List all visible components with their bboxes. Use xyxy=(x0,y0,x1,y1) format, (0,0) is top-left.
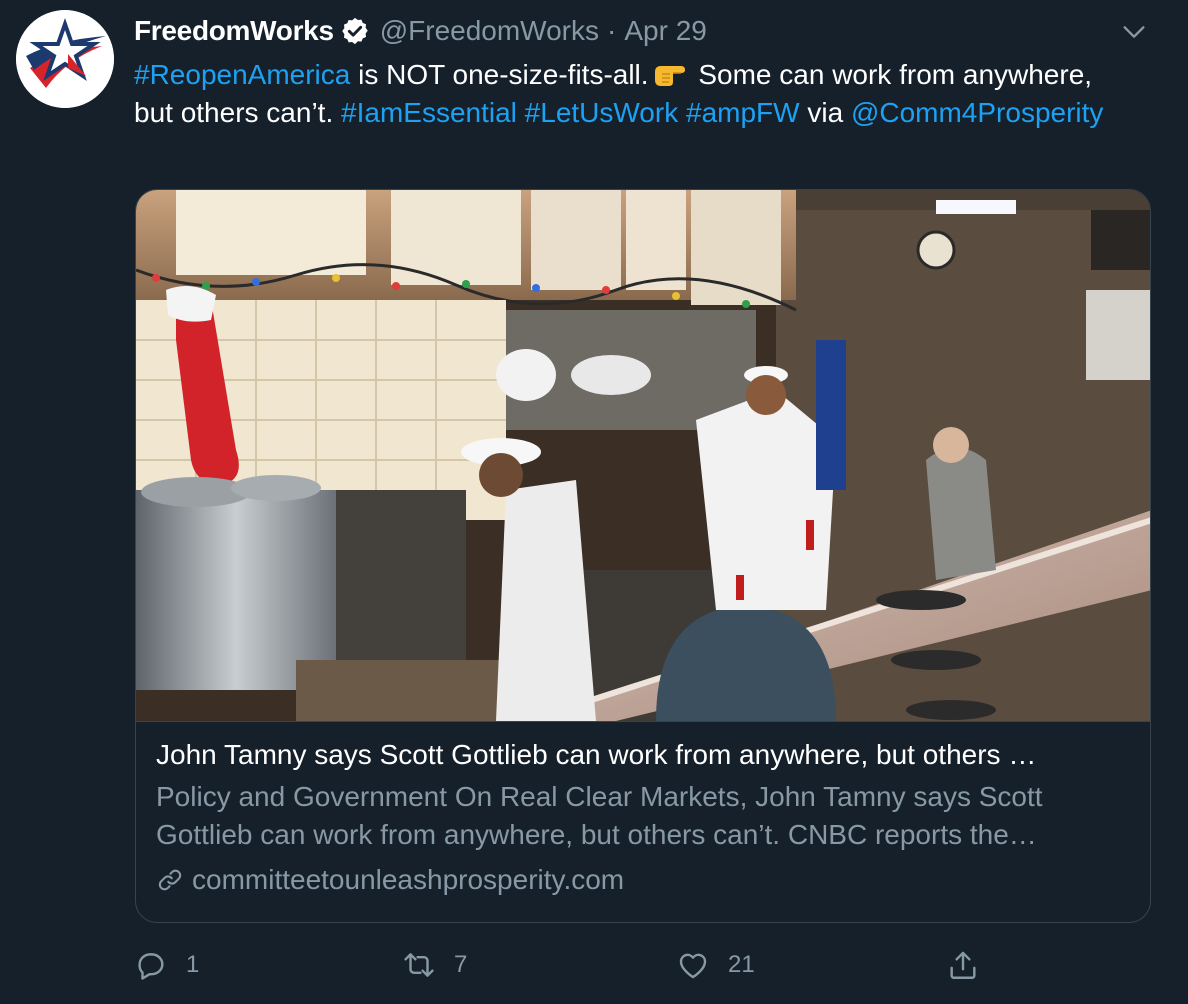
like-count: 21 xyxy=(728,951,755,978)
pointing-hand-emoji-icon xyxy=(654,66,685,86)
link-icon xyxy=(158,869,182,891)
hashtag-reopenamerica[interactable]: #ReopenAmerica xyxy=(134,59,350,90)
link-preview-card[interactable]: John Tamny says Scott Gottlieb can work … xyxy=(135,189,1151,923)
tweet-text-part: via xyxy=(799,97,851,128)
card-title: John Tamny says Scott Gottlieb can work … xyxy=(156,739,1037,770)
retweet-button[interactable]: 7 xyxy=(402,944,467,986)
verified-badge-icon xyxy=(341,17,368,45)
mention-comm4prosperity[interactable]: @Comm4Prosperity xyxy=(851,97,1103,128)
tweet-header: FreedomWorks @FreedomWorks · Apr 29 xyxy=(134,12,707,50)
share-icon xyxy=(950,951,976,979)
card-description: Policy and Government On Real Clear Mark… xyxy=(156,781,1043,850)
retweet-icon xyxy=(404,953,434,977)
card-domain-text: committeetounleashprosperity.com xyxy=(192,864,625,895)
like-button[interactable]: 21 xyxy=(676,944,755,986)
reply-count: 1 xyxy=(186,951,200,978)
tweet-text: #ReopenAmerica is NOT one-size-fits-all.… xyxy=(134,56,1134,132)
separator-dot: · xyxy=(607,15,617,46)
reply-icon xyxy=(138,953,164,980)
tweet-text-part: is NOT one-size-fits-all. xyxy=(350,59,649,90)
display-name[interactable]: FreedomWorks xyxy=(134,15,334,47)
hashtag-ampfw[interactable]: #ampFW xyxy=(686,97,800,128)
tweet-action-bar: 1 7 21 xyxy=(134,944,1034,986)
hashtag-iamessential[interactable]: #IamEssential xyxy=(341,97,517,128)
share-button[interactable] xyxy=(946,944,980,986)
chevron-down-icon[interactable] xyxy=(1120,18,1148,46)
reply-button[interactable]: 1 xyxy=(134,944,199,986)
card-body[interactable]: John Tamny says Scott Gottlieb can work … xyxy=(136,721,1150,895)
hashtag-letuswork[interactable]: #LetUsWork xyxy=(525,97,679,128)
card-image[interactable] xyxy=(136,190,1151,721)
freedomworks-logo-icon xyxy=(16,10,114,108)
avatar[interactable] xyxy=(16,10,114,108)
tweet-date[interactable]: Apr 29 xyxy=(624,15,707,47)
retweet-count: 7 xyxy=(454,951,468,978)
like-icon xyxy=(679,953,707,979)
handle[interactable]: @FreedomWorks xyxy=(380,15,599,47)
card-domain: committeetounleashprosperity.com xyxy=(156,860,624,900)
